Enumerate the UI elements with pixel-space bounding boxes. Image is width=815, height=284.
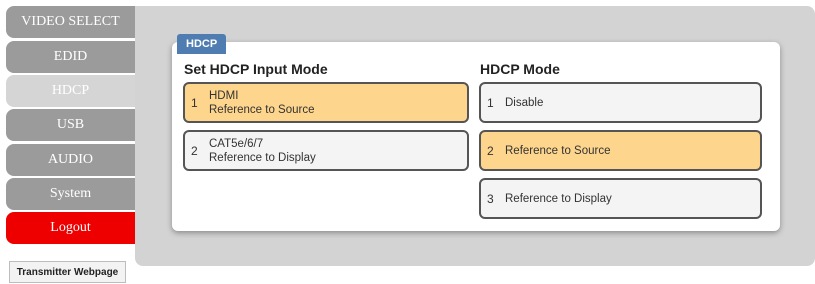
- hdcp-mode-option-disable[interactable]: 1 Disable: [479, 82, 762, 123]
- nav-label: HDCP: [51, 83, 90, 98]
- option-line2: Reference to Source: [209, 103, 315, 116]
- nav-audio[interactable]: AUDIO: [6, 144, 135, 176]
- option-label: Reference to Display: [505, 192, 612, 205]
- main-panel: Set HDCP Input Mode HDCP Mode 1 HDMI Ref…: [135, 6, 815, 266]
- nav-label: System: [49, 186, 92, 201]
- hdcp-card-tab: HDCP: [177, 34, 227, 54]
- input-mode-title: Set HDCP Input Mode: [184, 61, 328, 77]
- option-number: 2: [487, 143, 494, 158]
- option-line1: CAT5e/6/7: [209, 137, 264, 150]
- option-number: 2: [191, 143, 198, 158]
- input-mode-option-cat[interactable]: 2 CAT5e/6/7 Reference to Display: [183, 130, 469, 171]
- option-label: Disable: [505, 96, 544, 109]
- nav-label: EDID: [53, 49, 88, 64]
- transmitter-webpage-button[interactable]: Transmitter Webpage: [9, 261, 126, 283]
- nav-label: VIDEO SELECT: [21, 14, 120, 29]
- option-number: 1: [191, 95, 198, 110]
- hdcp-mode-title: HDCP Mode: [480, 61, 560, 77]
- nav-hdcp[interactable]: HDCP: [6, 75, 135, 107]
- option-line2: Reference to Display: [209, 151, 316, 164]
- option-number: 3: [487, 191, 494, 206]
- nav-label: USB: [56, 117, 85, 132]
- nav-video-select[interactable]: VIDEO SELECT: [6, 6, 135, 38]
- option-text: CAT5e/6/7 Reference to Display: [209, 137, 316, 165]
- option-label: Reference to Source: [505, 144, 611, 157]
- input-mode-option-hdmi[interactable]: 1 HDMI Reference to Source: [183, 82, 469, 123]
- nav-label: AUDIO: [47, 152, 94, 167]
- transmitter-webpage-label: Transmitter Webpage: [16, 266, 119, 278]
- option-number: 1: [487, 95, 494, 110]
- nav-usb[interactable]: USB: [6, 109, 135, 141]
- hdcp-mode-option-ref-display[interactable]: 3 Reference to Display: [479, 178, 762, 219]
- option-text: HDMI Reference to Source: [209, 89, 314, 117]
- nav-edid[interactable]: EDID: [6, 41, 135, 73]
- option-line1: HDMI: [209, 89, 239, 102]
- hdcp-mode-option-ref-source[interactable]: 2 Reference to Source: [479, 130, 762, 171]
- hdcp-card: Set HDCP Input Mode HDCP Mode 1 HDMI Ref…: [172, 42, 780, 231]
- nav-system[interactable]: System: [6, 178, 135, 210]
- card-tab-label: HDCP: [186, 38, 218, 50]
- nav-label: Logout: [50, 220, 91, 235]
- nav-logout[interactable]: Logout: [6, 212, 135, 244]
